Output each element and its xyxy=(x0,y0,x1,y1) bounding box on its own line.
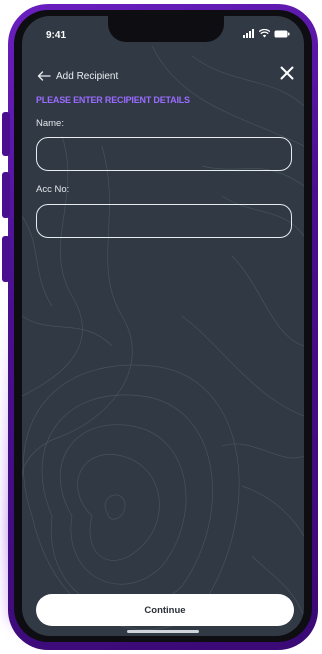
phone-side-button-top xyxy=(2,112,10,156)
close-icon xyxy=(280,66,294,80)
app-header: Add Recipient xyxy=(36,68,296,84)
wifi-icon xyxy=(259,29,270,38)
close-button[interactable] xyxy=(278,64,296,82)
form-subtitle: PLEASE ENTER RECIPIENT DETAILS xyxy=(36,95,190,105)
name-label: Name: xyxy=(36,118,64,129)
acc-no-input[interactable] xyxy=(36,204,292,238)
signal-icon xyxy=(243,29,254,38)
continue-button[interactable]: Continue xyxy=(36,594,294,626)
arrow-left-icon xyxy=(37,71,51,81)
phone-notch xyxy=(108,16,224,42)
topographic-background xyxy=(22,45,304,630)
phone-side-button-middle xyxy=(2,172,10,218)
header-title: Add Recipient xyxy=(56,70,119,82)
app-screen: 9:41 Add Recipient PLEASE ENTER RECIPIEN… xyxy=(22,16,304,636)
phone-side-button-bottom xyxy=(2,236,10,282)
back-button[interactable] xyxy=(36,69,52,83)
status-icons xyxy=(243,29,290,38)
acc-no-label: Acc No: xyxy=(36,184,70,195)
home-indicator xyxy=(127,630,199,633)
status-time: 9:41 xyxy=(46,30,67,41)
name-input[interactable] xyxy=(36,137,292,171)
page: 9:41 Add Recipient PLEASE ENTER RECIPIEN… xyxy=(0,0,322,654)
battery-icon xyxy=(274,30,290,37)
